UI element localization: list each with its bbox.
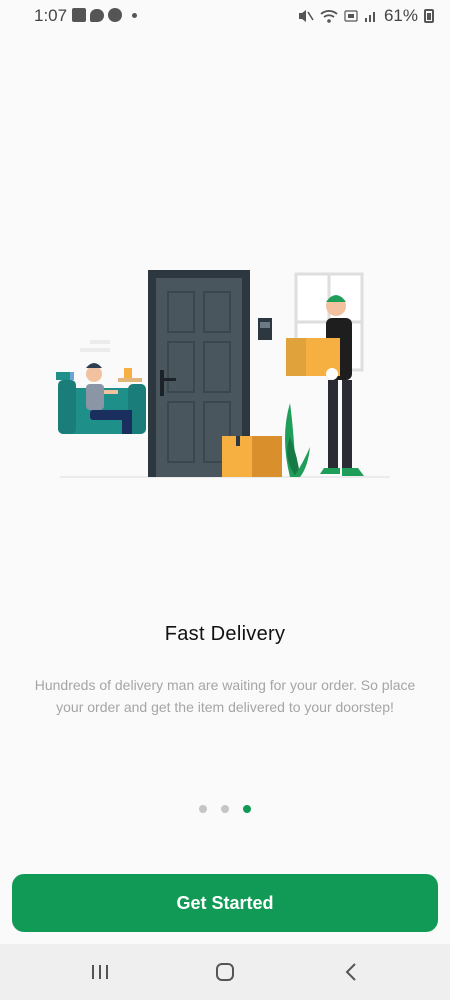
page-dot [199, 805, 207, 813]
recent-apps-icon [92, 965, 108, 979]
system-icons: 61% [298, 6, 434, 26]
status-bar: 1:07 61% [0, 0, 450, 32]
mute-icon [298, 10, 314, 22]
boxes [222, 436, 282, 477]
lte-icon [344, 10, 358, 22]
phone-icon [108, 8, 122, 22]
home-button[interactable] [185, 944, 265, 1000]
home-icon [216, 963, 234, 981]
chat-icon [90, 8, 104, 22]
plant [285, 403, 310, 477]
recent-apps-button[interactable] [60, 944, 140, 1000]
signal-icon [364, 12, 375, 22]
page-dot [221, 805, 229, 813]
page-indicator [0, 805, 450, 813]
battery-icon [424, 9, 434, 23]
more-notifications-dot [132, 12, 137, 18]
onboarding-title: Fast Delivery [164, 623, 286, 646]
delivery-illustration [56, 270, 390, 478]
gallery-icon [72, 8, 86, 22]
status-time: 1:07 [34, 6, 68, 25]
page-dot-active [243, 805, 251, 813]
notification-icons [72, 8, 137, 22]
wifi-icon [320, 10, 338, 23]
system-navigation-bar [0, 944, 450, 1000]
battery-percent: 61% [383, 6, 418, 25]
back-button[interactable] [312, 944, 392, 1000]
get-started-button[interactable]: Get Started [12, 874, 438, 932]
back-icon [345, 963, 356, 981]
onboarding-description: Hundreds of delivery man are waiting for… [34, 677, 416, 715]
